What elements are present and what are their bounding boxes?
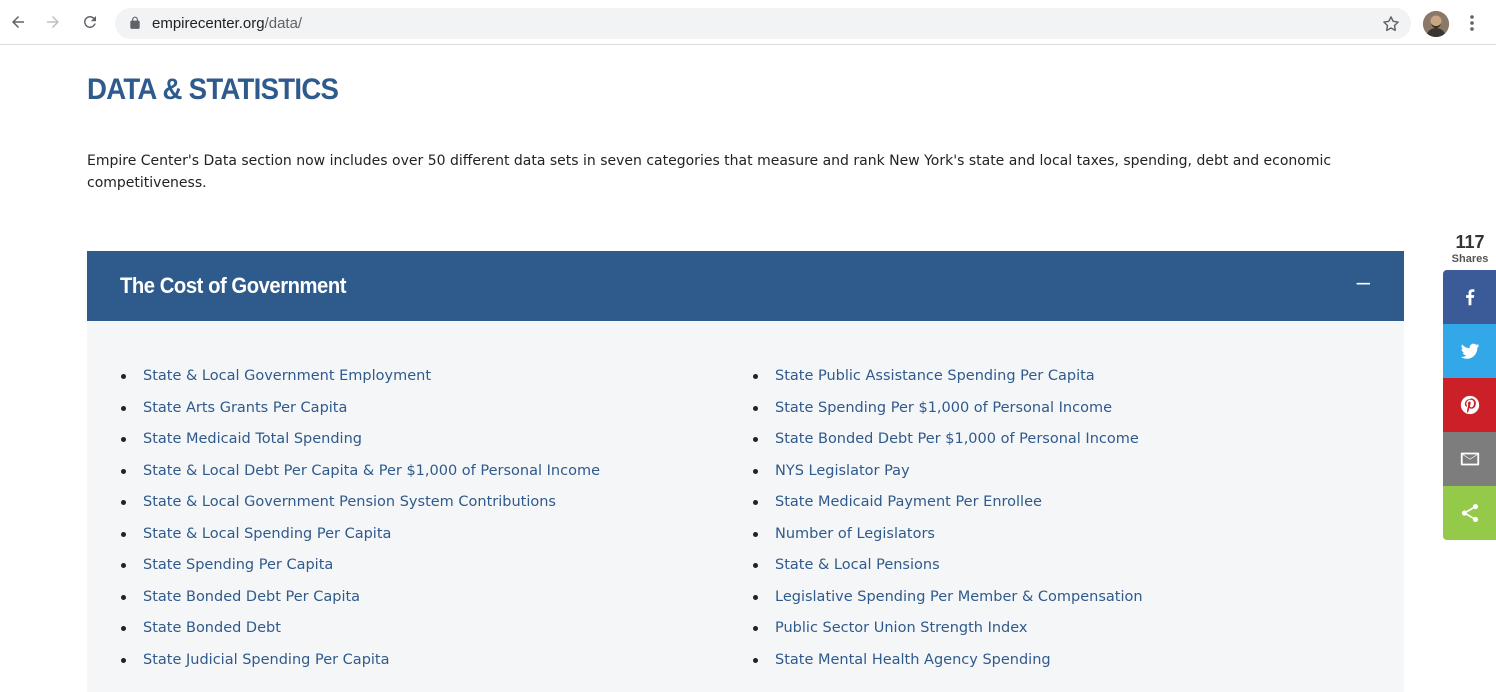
- right-link-list: State Public Assistance Spending Per Cap…: [753, 365, 1143, 680]
- address-bar[interactable]: empirecenter.org/data/: [115, 8, 1411, 39]
- share-count-label: Shares: [1451, 253, 1489, 265]
- accordion-body: State & Local Government Employment Stat…: [87, 321, 1404, 692]
- list-item-link[interactable]: State Bonded Debt: [121, 617, 600, 649]
- list-item-link[interactable]: State Medicaid Payment Per Enrollee: [753, 491, 1143, 523]
- back-arrow-icon[interactable]: [8, 12, 28, 32]
- list-item-link[interactable]: State & Local Pensions: [753, 554, 1143, 586]
- profile-avatar[interactable]: [1423, 11, 1449, 37]
- list-item-link[interactable]: State & Local Government Pension System …: [121, 491, 600, 523]
- list-item-link[interactable]: State & Local Government Employment: [121, 365, 600, 397]
- facebook-icon: [1465, 289, 1474, 306]
- list-item-link[interactable]: State Medicaid Total Spending: [121, 428, 600, 460]
- twitter-icon: [1460, 343, 1479, 359]
- pinterest-icon: [1460, 395, 1479, 415]
- menu-dots-icon[interactable]: [1464, 13, 1480, 33]
- list-item-link[interactable]: State Mental Health Agency Spending: [753, 649, 1143, 681]
- list-item-link[interactable]: State Arts Grants Per Capita: [121, 397, 600, 429]
- lock-icon: [130, 16, 140, 29]
- accordion-title: The Cost of Government: [120, 273, 347, 298]
- url-path: /data/: [264, 15, 303, 32]
- list-item-link[interactable]: NYS Legislator Pay: [753, 460, 1143, 492]
- generic-share-button[interactable]: [1443, 486, 1496, 540]
- share-icon: [1461, 504, 1478, 522]
- email-icon: [1460, 452, 1479, 466]
- list-item-link[interactable]: State Judicial Spending Per Capita: [121, 649, 600, 681]
- list-item-link[interactable]: State Bonded Debt Per Capita: [121, 586, 600, 618]
- list-item-link[interactable]: State Spending Per Capita: [121, 554, 600, 586]
- share-count-number: 117: [1455, 232, 1485, 252]
- list-item-link[interactable]: Public Sector Union Strength Index: [753, 617, 1143, 649]
- reload-icon[interactable]: [80, 12, 100, 32]
- list-item-link[interactable]: State Public Assistance Spending Per Cap…: [753, 365, 1143, 397]
- left-link-list: State & Local Government Employment Stat…: [121, 365, 600, 680]
- list-item-link[interactable]: State & Local Spending Per Capita: [121, 523, 600, 555]
- pinterest-share-button[interactable]: [1443, 378, 1496, 432]
- star-icon[interactable]: [1381, 14, 1401, 34]
- list-item-link[interactable]: State Bonded Debt Per $1,000 of Personal…: [753, 428, 1143, 460]
- list-item-link[interactable]: Number of Legislators: [753, 523, 1143, 555]
- accordion-header-cost-of-government[interactable]: The Cost of Government –: [87, 251, 1404, 321]
- facebook-share-button[interactable]: [1443, 270, 1496, 324]
- share-count: 117 Shares: [1444, 232, 1496, 266]
- page-title: DATA & STATISTICS: [87, 73, 339, 106]
- list-item-link[interactable]: Legislative Spending Per Member & Compen…: [753, 586, 1143, 618]
- intro-paragraph: Empire Center's Data section now include…: [87, 153, 1332, 191]
- list-item-link[interactable]: State & Local Debt Per Capita & Per $1,0…: [121, 460, 600, 492]
- list-item-link[interactable]: State Spending Per $1,000 of Personal In…: [753, 397, 1143, 429]
- twitter-share-button[interactable]: [1443, 324, 1496, 378]
- forward-arrow-icon[interactable]: [43, 12, 63, 32]
- url-domain: empirecenter.org: [152, 15, 265, 32]
- collapse-toggle-icon[interactable]: –: [1357, 268, 1370, 298]
- url-text: empirecenter.org/data/: [152, 15, 302, 32]
- email-share-button[interactable]: [1443, 432, 1496, 486]
- browser-toolbar: empirecenter.org/data/: [0, 0, 1496, 45]
